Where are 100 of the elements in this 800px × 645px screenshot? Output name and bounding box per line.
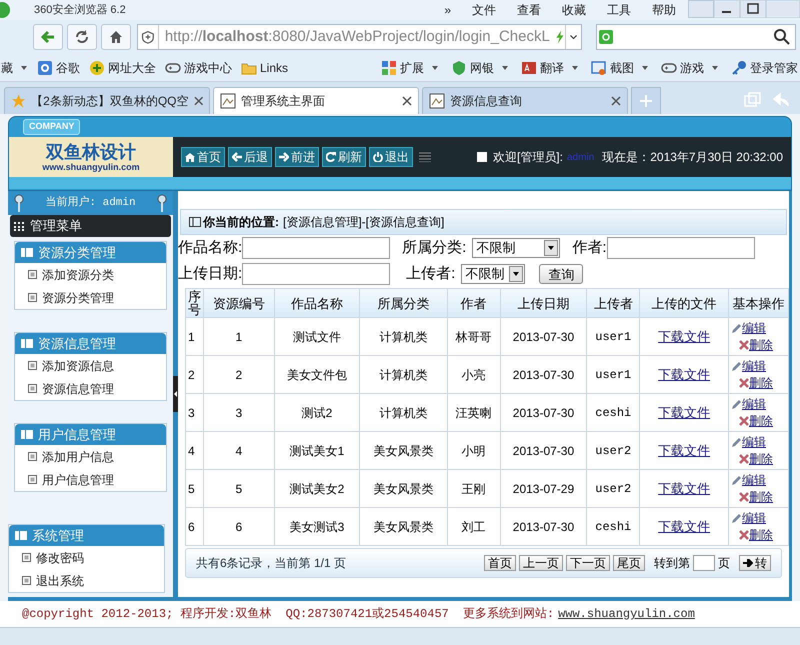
edit-link[interactable]: 编辑 [742, 434, 766, 450]
search-field[interactable] [596, 24, 796, 50]
table-cell: 1 [203, 318, 274, 356]
nav-button[interactable]: 刷新 [322, 147, 366, 167]
menu-item[interactable]: 修改密码 [36, 548, 84, 566]
bookmark-link[interactable]: 藏 [1, 58, 13, 76]
logo-url: www.shuangyulin.com [42, 162, 140, 172]
page-button[interactable]: 首页 [484, 555, 516, 571]
edit-link[interactable]: 编辑 [742, 358, 766, 374]
column-header: 作者 [447, 288, 500, 318]
nav-button[interactable]: 首页 [181, 147, 225, 167]
menu-item[interactable]: » [444, 1, 451, 19]
page-thumbnail-icon [429, 93, 445, 109]
field-label: 上传日期: [178, 264, 242, 284]
qq-text: QQ:287307421或254540457 [286, 606, 449, 623]
bookmark-link[interactable]: 游戏中心 [184, 58, 232, 76]
bookmark-link[interactable]: 游戏 [680, 58, 704, 76]
menu-item[interactable]: 文件 [472, 1, 496, 19]
page-button[interactable]: 上一页 [519, 555, 563, 571]
home-button[interactable] [101, 24, 131, 50]
menu-group-header[interactable]: 资源分类管理 [15, 242, 166, 263]
menu-item[interactable]: 查看 [517, 1, 541, 19]
breadcrumb-path: [资源信息管理]-[资源信息查询] [283, 214, 444, 231]
table-cell: 5 [203, 470, 274, 508]
datetime-text: 现在是：2013年7月30日 20:32:00 [602, 149, 783, 166]
page-icon [28, 452, 37, 461]
page-icon [22, 553, 31, 562]
menu-item[interactable]: 添加资源信息 [42, 356, 114, 374]
caret-icon [711, 64, 719, 72]
bookmark-link[interactable]: 扩展 [400, 58, 424, 76]
delete-link[interactable]: 删除 [749, 374, 774, 392]
new-tab-button[interactable] [631, 87, 661, 114]
browser-tab[interactable]: 【2条新动态】双鱼林的QQ空 [4, 87, 210, 114]
text-input[interactable] [242, 263, 390, 285]
website-link[interactable]: www.shuangyulin.com [558, 605, 695, 623]
delete-link[interactable]: 删除 [749, 526, 774, 544]
undo-arrow-icon [772, 92, 790, 108]
menu-item[interactable]: 收藏 [562, 1, 586, 19]
page-number-input[interactable] [693, 555, 715, 571]
menu-item[interactable]: 用户信息管理 [42, 470, 114, 488]
bookmark-link[interactable]: 登录管家 [750, 58, 798, 76]
menu-item[interactable]: 资源分类管理 [42, 288, 114, 306]
page-button[interactable]: 下一页 [566, 555, 610, 571]
nav-button[interactable]: 后退 [228, 147, 272, 167]
select-field[interactable]: 不限制 [472, 238, 560, 258]
refresh-icon [326, 152, 336, 162]
edit-link[interactable]: 编辑 [742, 396, 766, 412]
text-input[interactable] [242, 237, 390, 259]
panel-icon [21, 339, 33, 348]
bookmark-link[interactable]: Links [260, 58, 288, 76]
menu-group-header[interactable]: 系统管理 [9, 525, 164, 546]
edit-link[interactable]: 编辑 [742, 472, 766, 488]
page-icon [22, 576, 31, 585]
refresh-button[interactable] [67, 24, 97, 50]
bookmark-link[interactable]: 翻译 [540, 58, 564, 76]
delete-link[interactable]: 删除 [749, 488, 774, 506]
delete-link[interactable]: 删除 [749, 412, 774, 430]
menu-item[interactable]: 帮助 [652, 1, 676, 19]
menu-item[interactable]: 添加资源分类 [42, 266, 114, 284]
bookmark-link[interactable]: 网址大全 [108, 58, 156, 76]
field-label: 所属分类: [402, 238, 466, 258]
search-button[interactable]: 查询 [539, 264, 584, 284]
back-button[interactable] [33, 24, 63, 50]
menu-group-header[interactable]: 用户信息管理 [15, 424, 166, 445]
menu-item[interactable]: 退出系统 [36, 572, 84, 590]
table-cell: 4 [186, 432, 204, 470]
table-cell: 林哥哥 [447, 318, 500, 356]
table-cell: ceshi [586, 508, 640, 546]
select-field[interactable]: 不限制 [461, 264, 526, 284]
go-button[interactable]: 转 [739, 555, 771, 571]
browser-tab[interactable]: 资源信息查询 [422, 87, 628, 114]
nav-button[interactable]: 退出 [369, 147, 413, 167]
right-arrow-icon [279, 152, 289, 162]
restore-tabs-icon [744, 92, 762, 108]
bookmark-link[interactable]: 谷歌 [56, 58, 80, 76]
bookmark-link[interactable]: 网银 [470, 58, 494, 76]
menu-item[interactable]: 添加用户信息 [42, 448, 114, 466]
table-cell: 3 [203, 394, 274, 432]
table-cell: 2013-07-29 [500, 470, 587, 508]
url-text: http://localhost:8080/JavaWebProject/login/login_CheckL [164, 26, 550, 47]
address-bar[interactable]: http://localhost:8080/JavaWebProject/login/login_CheckL [137, 24, 582, 50]
goto-label: 转到第 [654, 555, 690, 572]
column-header: 上传者 [586, 288, 640, 318]
browser-tab[interactable]: 管理系统主界面 [213, 87, 419, 114]
goto-unit: 页 [718, 555, 730, 572]
more-systems-text: 更多系统到网站: [462, 606, 554, 623]
menu-item[interactable]: 工具 [607, 1, 631, 19]
menu-item[interactable]: 资源信息管理 [42, 380, 114, 398]
text-input[interactable] [606, 237, 755, 259]
edit-link[interactable]: 编辑 [742, 510, 766, 526]
delete-link[interactable]: 删除 [749, 450, 774, 468]
delete-link[interactable]: 删除 [749, 336, 774, 354]
table-cell: 2013-07-30 [500, 318, 587, 356]
menu-group-header[interactable]: 资源信息管理 [15, 333, 166, 354]
nav-button[interactable]: 前进 [275, 147, 319, 167]
x-icon [739, 530, 750, 540]
page-button[interactable]: 尾页 [613, 555, 645, 571]
edit-link[interactable]: 编辑 [742, 320, 766, 336]
bookmark-link[interactable]: 截图 [610, 58, 634, 76]
g-square-icon [37, 60, 53, 76]
